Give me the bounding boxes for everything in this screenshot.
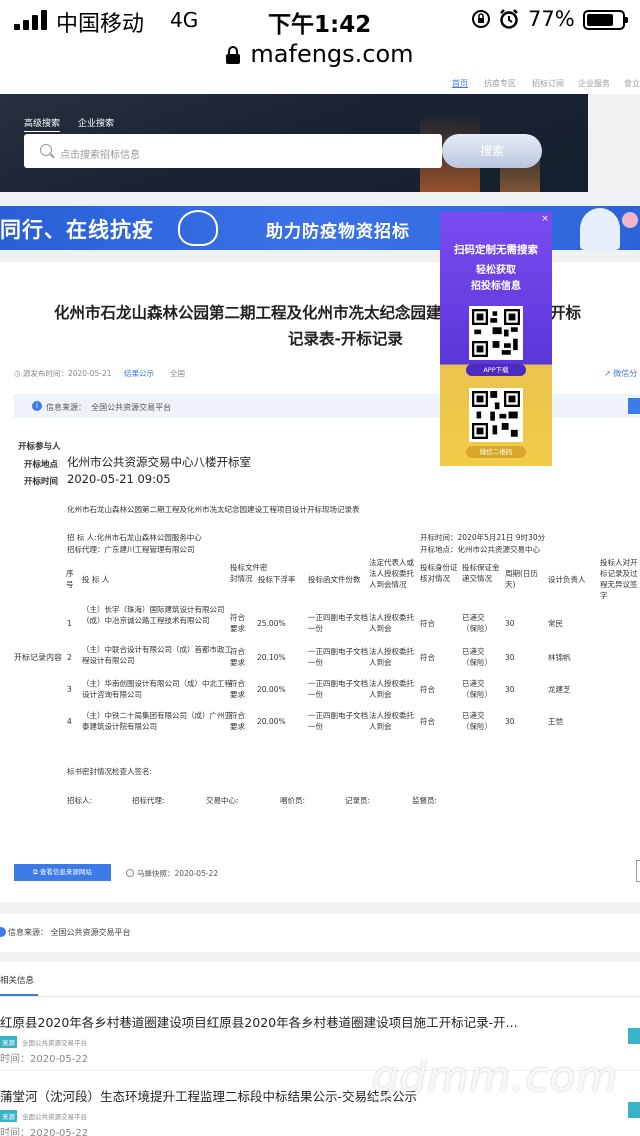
share-wechat[interactable]: ↗ 微信分 bbox=[604, 368, 637, 379]
publish-time: ◷ 源发布时间：2020-05-21 bbox=[14, 369, 112, 378]
related-side-tag bbox=[628, 1102, 640, 1118]
record-title: 化州市石龙山森林公园第二期工程及化州市冼太纪念园建设工程项目设计开标现场记录表 bbox=[67, 505, 360, 514]
mafeng-snapshot[interactable]: 马蜂快照：2020-05-22 bbox=[126, 868, 218, 879]
qr-line1: 扫码定制无需搜索 bbox=[454, 244, 538, 256]
table-header: 法定代表人或法人授权委托人到会情况 bbox=[369, 558, 414, 589]
nav-item-enterprise[interactable]: 企业服务 bbox=[578, 78, 610, 89]
table-header: 投标人对开标记录及过程无异议签字 bbox=[600, 558, 638, 600]
source-tag: 来源 bbox=[0, 1110, 17, 1122]
banner-right-text: 助力防疫物资招标 bbox=[266, 222, 410, 242]
info-icon bbox=[0, 927, 6, 937]
close-icon[interactable]: × bbox=[540, 214, 550, 224]
table-header: 设计负责人 bbox=[548, 575, 586, 584]
tab-company-search[interactable]: 企业搜索 bbox=[78, 116, 114, 129]
agent: 招标代理：广东建川工程管理有限公司 bbox=[67, 545, 195, 554]
nav-item-home[interactable]: 首页 bbox=[452, 78, 468, 89]
info-source-text: 信息来源： 全国公共资源交易平台 bbox=[8, 928, 131, 937]
wechat-qr-code[interactable] bbox=[469, 388, 523, 442]
app-qr-code[interactable] bbox=[469, 306, 523, 360]
time-label: 开标时间 bbox=[24, 477, 59, 487]
tenderer: 招 标 人:化州市石龙山森林公园服务中心 bbox=[67, 533, 202, 542]
region-label: 全国 bbox=[170, 369, 185, 378]
table-header: 投标身份证核对情况 bbox=[420, 563, 458, 583]
status-bar: 中国移动 4G 下午1:42 77% bbox=[0, 0, 640, 40]
flower-icon bbox=[622, 212, 638, 228]
table-header: 投 标 人 bbox=[82, 575, 110, 584]
table-header: 投标函文件份数 bbox=[308, 575, 361, 584]
carrier-name: 中国移动 bbox=[56, 12, 145, 37]
share-icon: ↗ bbox=[604, 369, 611, 378]
related-source: 全国公共资源交易平台 bbox=[22, 1039, 87, 1047]
rotation-lock-icon bbox=[472, 10, 490, 28]
related-section: 相关信息 红原县2020年各乡村巷道圈建设项目红原县2020年各乡村巷道圈建设项… bbox=[0, 962, 640, 1136]
signer-label: 唱价员: bbox=[280, 796, 306, 805]
location-label: 开标地点 bbox=[24, 460, 59, 470]
info-icon: i bbox=[32, 401, 42, 411]
battery-icon bbox=[583, 10, 628, 30]
nav-item-epidemic[interactable]: 抗疫专区 bbox=[484, 78, 516, 89]
category-link[interactable]: 结果公示 bbox=[124, 368, 154, 379]
search-icon bbox=[40, 144, 52, 156]
signer-label: 交易中心: bbox=[206, 796, 239, 805]
related-date: 时间：2020-05-22 bbox=[0, 1128, 89, 1136]
seal-check-signature: 标书密封情况检查人签名: bbox=[67, 767, 153, 776]
source-side-button[interactable] bbox=[628, 398, 640, 414]
search-button[interactable]: 搜索 bbox=[442, 134, 542, 168]
doctor-illustration-icon bbox=[580, 208, 620, 250]
open-time: 开标时间：2020年5月21日 9时30分 bbox=[420, 533, 546, 542]
signer-label: 监督员: bbox=[412, 796, 438, 805]
url-text: mafengs.com bbox=[250, 40, 414, 68]
table-header: 周期(日历天) bbox=[505, 569, 538, 589]
search-hero: 高级搜索 企业搜索 点击搜索招标信息 搜索 bbox=[0, 94, 588, 192]
site-nav: 首页 抗疫专区 招标订阅 企业服务 會立 bbox=[0, 76, 640, 94]
related-title[interactable]: 红原县2020年各乡村巷道圈建设项目红原县2020年各乡村巷道圈建设项目施工开标… bbox=[0, 1012, 518, 1031]
participants-label: 开标参与人 bbox=[18, 442, 61, 452]
location-value: 化州市公共资源交易中心八楼开标室 bbox=[67, 455, 251, 469]
address-bar[interactable]: mafengs.com bbox=[0, 40, 640, 76]
info-source-strip: 信息来源： 全国公共资源交易平台 bbox=[0, 914, 640, 952]
qr-code-icon bbox=[472, 391, 520, 439]
clock: 下午1:42 bbox=[268, 12, 372, 38]
signer-label: 招标人: bbox=[67, 796, 93, 805]
related-date: 时间：2020-05-22 bbox=[0, 1054, 89, 1065]
alarm-icon bbox=[500, 9, 518, 29]
qr-popup: × 扫码定制无需搜索 轻松获取 招投标信息 APP下载 微信二维码 bbox=[440, 212, 552, 466]
banner-left-text: 同行、在线抗疫 bbox=[0, 218, 154, 242]
table-header: 投标保证金递交情况 bbox=[462, 563, 500, 583]
qr-line2: 轻松获取 bbox=[476, 265, 516, 276]
related-heading: 相关信息 bbox=[0, 976, 35, 986]
clock-icon bbox=[126, 869, 134, 877]
record-label: 开标记录内容 bbox=[14, 653, 62, 662]
wechat-qr-label: 微信二维码 bbox=[466, 446, 526, 458]
battery-percent: 77% bbox=[528, 7, 575, 31]
network-type: 4G bbox=[170, 8, 199, 32]
signer-label: 招标代理: bbox=[132, 796, 165, 805]
mask-icon bbox=[178, 210, 218, 246]
signer-label: 记录员: bbox=[345, 796, 371, 805]
app-download-label: APP下载 bbox=[466, 364, 526, 376]
related-side-tag bbox=[628, 1028, 640, 1044]
tab-advanced-search[interactable]: 高级搜索 bbox=[24, 116, 61, 132]
watermark: gdmm.com bbox=[372, 1052, 619, 1101]
qr-line3: 招投标信息 bbox=[471, 281, 521, 292]
view-source-button[interactable]: ⧉ 查看信息来源网站 bbox=[14, 864, 111, 881]
side-action-button[interactable] bbox=[636, 860, 640, 882]
lock-icon bbox=[226, 46, 241, 64]
search-placeholder: 点击搜索招标信息 bbox=[60, 150, 140, 161]
clock-icon: ◷ bbox=[14, 369, 21, 378]
related-title[interactable]: 蒲堂河（沈河段）生态环境提升工程监理二标段中标结果公示-交易结果公示 bbox=[0, 1086, 417, 1105]
open-place: 开标地点：化州市公共资源交易中心 bbox=[420, 545, 540, 554]
related-source: 全国公共资源交易平台 bbox=[22, 1113, 87, 1121]
table-header: 序号 bbox=[66, 569, 74, 589]
page-title: 化州市石龙山森林公园第二期工程及化州市冼太纪念园建设工程项目设计开标 记录表-开… bbox=[54, 304, 582, 348]
link-icon: ⧉ bbox=[33, 868, 38, 876]
qr-code-icon bbox=[472, 309, 520, 357]
nav-item-member[interactable]: 會立 bbox=[624, 78, 640, 89]
time-value: 2020-05-21 09:05 bbox=[67, 472, 171, 486]
source-tag: 来源 bbox=[0, 1036, 17, 1048]
table-header: 投标下浮率 bbox=[258, 575, 296, 584]
search-input[interactable]: 点击搜索招标信息 bbox=[24, 134, 442, 168]
signal-icon bbox=[14, 10, 48, 30]
nav-item-subscribe[interactable]: 招标订阅 bbox=[532, 78, 564, 89]
